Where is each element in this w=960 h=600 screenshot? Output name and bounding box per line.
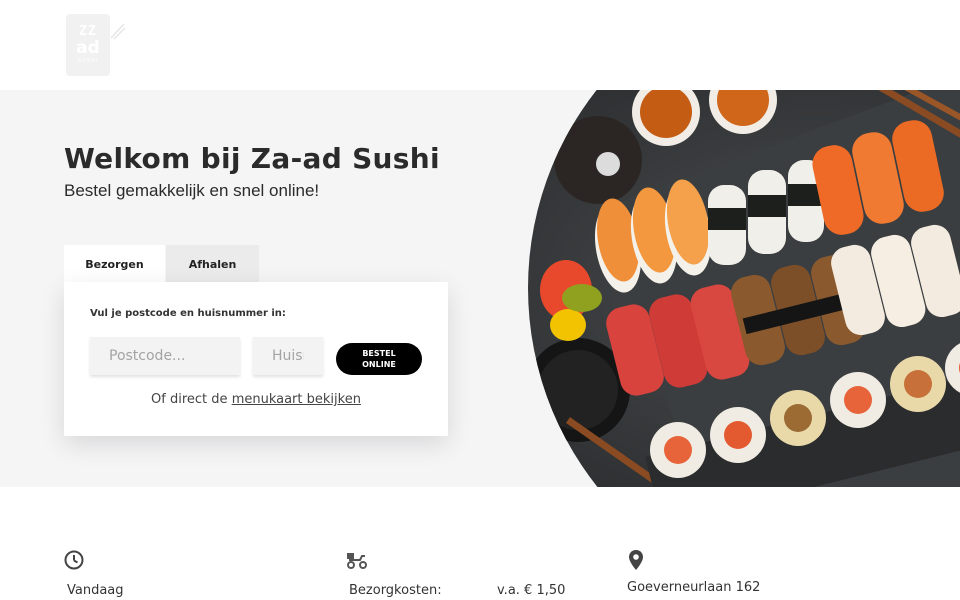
menu-link[interactable]: menukaart bekijken	[232, 392, 361, 407]
menu-link-prefix: Of direct de	[151, 392, 228, 407]
order-online-label: BESTEL ONLINE	[362, 349, 396, 369]
sushi-platter-image	[528, 90, 960, 487]
site-header: ZZ ad SUSHI	[0, 0, 960, 90]
chopsticks-icon	[110, 23, 126, 40]
delivery-cost-value: v.a. € 1,50	[497, 583, 566, 598]
order-online-button[interactable]: BESTEL ONLINE	[336, 343, 422, 375]
page-title: Welkom bij Za-ad Sushi	[64, 142, 440, 175]
logo-line2: ad	[76, 38, 100, 58]
location-pin-icon	[629, 550, 643, 570]
scooter-icon	[347, 553, 367, 569]
brand-logo[interactable]: ZZ ad SUSHI	[66, 14, 110, 76]
page-subtitle: Bestel gemakkelijk en snel online!	[64, 181, 320, 200]
tab-afhalen[interactable]: Afhalen	[166, 245, 259, 283]
hours-label: Vandaag	[67, 583, 124, 598]
postcode-instruction: Vul je postcode en huisnummer in:	[90, 308, 286, 319]
hero-section: Welkom bij Za-ad Sushi Bestel gemakkelij…	[0, 90, 960, 487]
logo-line1: ZZ	[79, 24, 97, 39]
house-number-input[interactable]	[253, 337, 323, 375]
order-card: Vul je postcode en huisnummer in: BESTEL…	[64, 282, 448, 436]
address-street: Goeverneurlaan 162	[627, 580, 761, 595]
postcode-input[interactable]	[90, 337, 240, 375]
info-strip: Vandaag Bezorgkosten: v.a. € 1,50 Goever…	[0, 487, 960, 600]
clock-icon	[64, 550, 84, 570]
tab-bezorgen[interactable]: Bezorgen	[64, 245, 165, 283]
menu-link-row: Of direct de menukaart bekijken	[64, 392, 448, 407]
logo-line3: SUSHI	[77, 58, 99, 64]
delivery-cost-label: Bezorgkosten:	[349, 583, 442, 598]
